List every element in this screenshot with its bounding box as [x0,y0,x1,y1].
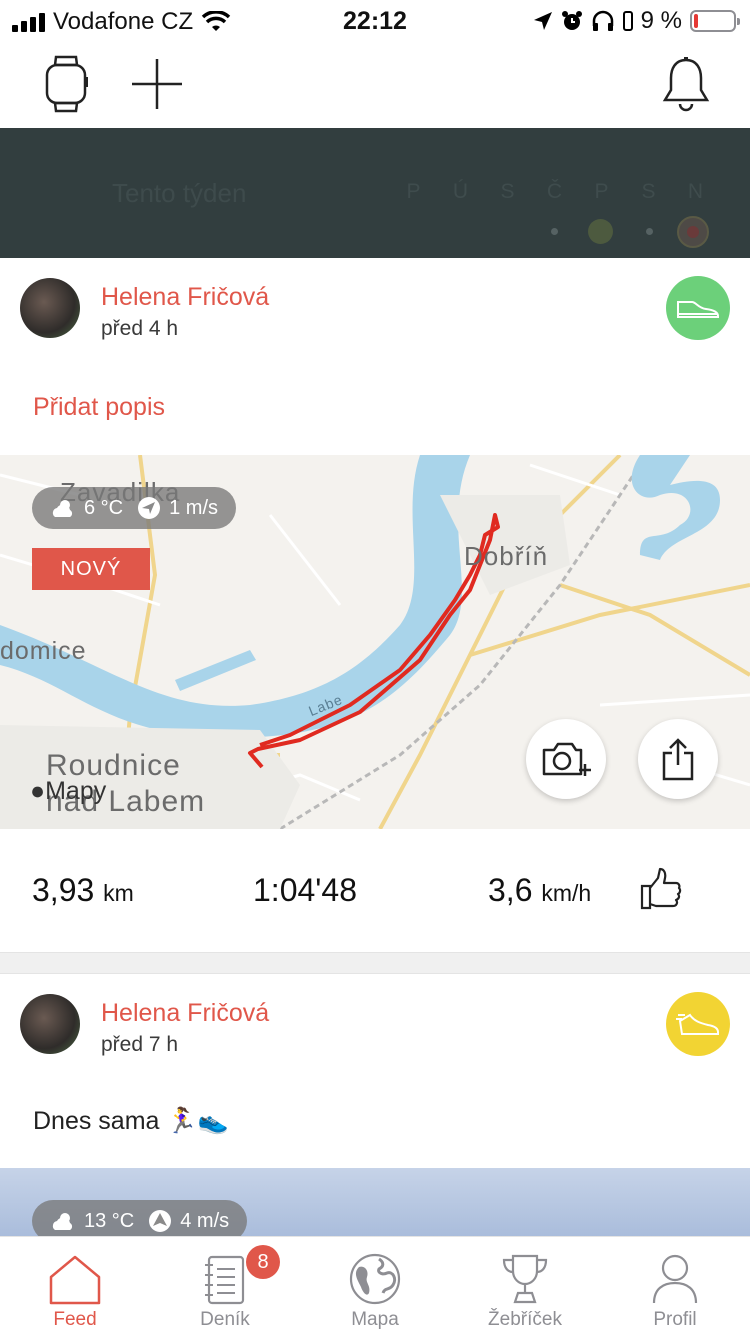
share-button[interactable] [638,719,718,799]
distance-stat: 3,93 km [32,872,134,909]
activity-photo[interactable]: 13 °C 4 m/s [0,1168,750,1238]
tab-label: Deník [200,1309,250,1330]
apple-logo-icon: ● [30,777,46,805]
duration-value: 1:04'48 [253,872,357,908]
temperature: 13 °C [84,1209,135,1232]
top-navigation [0,40,750,128]
activity-card-header: Helena Fričová před 4 h [0,258,750,358]
headphones-icon [592,10,613,31]
duration-stat: 1:04'48 [253,872,357,909]
day-label: N [687,180,704,203]
share-icon [662,738,694,781]
day-label: Ú [452,180,469,203]
map-label-domice: domice [0,637,87,665]
day-label: S [500,180,515,203]
activity-card-header: Helena Fričová před 7 h [0,974,750,1074]
temperature: 6 °C [84,496,124,519]
notifications-button[interactable] [656,54,716,114]
map-label-dobrin: Dobříň [464,541,549,571]
day-label: P [594,180,609,203]
shoe-icon [677,301,719,318]
tab-profile[interactable]: Profil [600,1237,750,1334]
tab-label: Profil [653,1309,697,1330]
day-dot [646,228,653,235]
sport-type-badge [666,276,730,340]
day-dot [588,219,613,244]
tab-label: Feed [53,1309,97,1330]
rotation-lock-icon [622,11,633,31]
wind-speed: 4 m/s [180,1209,230,1232]
battery-icon [690,10,740,32]
speed-stat: 3,6 km/h [488,872,591,909]
alarm-icon [561,11,582,30]
tab-leaderboard[interactable]: Žebříček [450,1237,600,1334]
banner-title: Tento týden [112,178,247,208]
avatar[interactable] [20,994,80,1054]
wind-speed: 1 m/s [169,496,219,519]
add-description-link[interactable]: Přidat popis [33,393,165,422]
sport-type-badge [666,992,730,1056]
location-arrow-icon [533,12,552,30]
post-time: před 4 h [101,317,179,340]
post-time: před 7 h [101,1033,179,1056]
tab-feed[interactable]: Feed [0,1237,150,1334]
weather-pill: 6 °C 1 m/s [32,487,237,529]
activity-stats: 3,93 km 1:04'48 3,6 km/h [0,830,750,952]
post-text: Dnes sama 🏃‍♀️👟 [33,1107,229,1135]
user-name[interactable]: Helena Fričová [101,999,269,1028]
notebook-icon [205,1255,245,1305]
thumbs-up-icon [640,867,682,910]
day-dot [551,228,558,235]
add-photo-button[interactable] [526,719,606,799]
weather-pill: 13 °C 4 m/s [32,1200,248,1238]
user-name[interactable]: Helena Fričová [101,283,269,312]
camera-plus-icon [542,742,591,776]
tab-bar: Feed Deník 8 Mapa Žebříček Profil [0,1236,750,1334]
weekly-summary-banner[interactable]: Tento týden P Ú S Č P S N [0,128,750,258]
distance-unit: km [103,880,134,906]
day-label: S [641,180,656,203]
wind-direction-icon [149,1210,172,1232]
cloud-sun-icon [52,1213,73,1230]
running-shoe-icon [676,1013,719,1035]
add-activity-button[interactable] [127,54,187,114]
watch-icon [45,55,88,113]
cloud-sun-icon [52,500,73,517]
tab-diary[interactable]: Deník [150,1237,300,1334]
notification-count-badge: 8 [246,1245,280,1279]
tab-label: Mapa [351,1309,399,1330]
card-separator [0,952,750,974]
bell-icon [662,57,710,112]
day-label: Č [546,180,563,203]
status-bar: Vodafone CZ 22:12 9 % [0,0,750,40]
person-icon [652,1254,698,1304]
plus-icon [132,59,182,109]
tab-label: Žebříček [488,1309,562,1330]
map-attribution: ●Mapy [30,777,107,805]
globe-icon [349,1253,401,1305]
like-button[interactable] [638,866,682,915]
battery-percent: 9 % [640,7,682,34]
day-dot [687,226,699,238]
new-badge: NOVÝ [32,548,150,590]
distance-value: 3,93 [32,872,95,908]
wind-direction-icon [138,497,161,519]
speed-value: 3,6 [488,872,533,908]
activity-map[interactable]: Zavadilka Dobříň domice Roudnice nad Lab… [0,455,750,829]
day-label: P [406,180,421,203]
home-icon [49,1255,101,1305]
speed-unit: km/h [541,880,592,906]
trophy-icon [502,1254,548,1304]
avatar[interactable] [20,278,80,338]
tab-map[interactable]: Mapa [300,1237,450,1334]
watch-button[interactable] [36,54,96,114]
weekday-row: P Ú S Č P S N [400,180,709,204]
